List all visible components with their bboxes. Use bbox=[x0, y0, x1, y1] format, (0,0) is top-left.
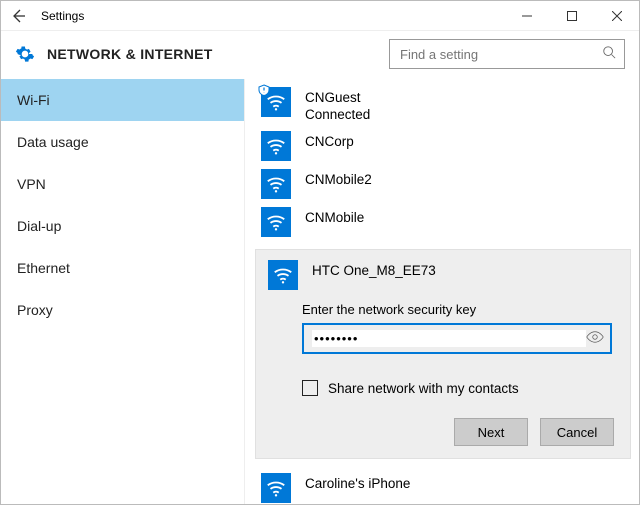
network-item[interactable]: CNMobile2 bbox=[245, 165, 639, 203]
password-prompt: Enter the network security key bbox=[302, 302, 630, 317]
wifi-icon bbox=[261, 87, 291, 117]
maximize-button[interactable] bbox=[549, 1, 594, 31]
sidebar-item-vpn[interactable]: VPN bbox=[1, 163, 244, 205]
password-field-wrap[interactable] bbox=[302, 323, 612, 354]
network-name: CNGuest bbox=[305, 90, 361, 105]
reveal-password-icon[interactable] bbox=[586, 330, 604, 348]
sidebar-item-wifi[interactable]: Wi-Fi bbox=[1, 79, 244, 121]
network-name: CNMobile bbox=[305, 210, 364, 225]
wifi-icon bbox=[261, 207, 291, 237]
back-button[interactable] bbox=[1, 1, 35, 31]
connect-panel: HTC One_M8_EE73 Enter the network securi… bbox=[255, 249, 631, 459]
network-item[interactable]: CNMobile bbox=[245, 203, 639, 241]
network-status: Connected bbox=[305, 106, 370, 123]
network-item[interactable]: CNGuest Connected bbox=[245, 83, 639, 127]
search-input[interactable] bbox=[398, 46, 602, 63]
network-item[interactable]: CNCorp bbox=[245, 127, 639, 165]
wifi-icon bbox=[261, 473, 291, 503]
password-input[interactable] bbox=[312, 330, 586, 347]
share-checkbox[interactable] bbox=[302, 380, 318, 396]
share-contacts-row[interactable]: Share network with my contacts bbox=[302, 380, 630, 396]
cancel-button[interactable]: Cancel bbox=[540, 418, 614, 446]
network-name: Caroline's iPhone bbox=[305, 476, 410, 491]
next-button[interactable]: Next bbox=[454, 418, 528, 446]
sidebar-item-ethernet[interactable]: Ethernet bbox=[1, 247, 244, 289]
content-pane: CNGuest Connected CNCorp CNMobile2 CNMob… bbox=[245, 79, 639, 504]
network-item[interactable]: Caroline's iPhone bbox=[245, 469, 639, 504]
sidebar: Wi-Fi Data usage VPN Dial-up Ethernet Pr… bbox=[1, 79, 245, 504]
search-box[interactable] bbox=[389, 39, 625, 69]
sidebar-item-dialup[interactable]: Dial-up bbox=[1, 205, 244, 247]
network-name: CNCorp bbox=[305, 134, 354, 149]
wifi-icon bbox=[268, 260, 298, 290]
network-item-selected[interactable]: HTC One_M8_EE73 bbox=[256, 250, 630, 294]
wifi-icon bbox=[261, 131, 291, 161]
sidebar-item-proxy[interactable]: Proxy bbox=[1, 289, 244, 331]
network-name: HTC One_M8_EE73 bbox=[312, 263, 436, 278]
search-icon bbox=[602, 45, 616, 64]
shield-icon bbox=[258, 84, 270, 96]
share-label: Share network with my contacts bbox=[328, 381, 519, 396]
gear-icon bbox=[15, 44, 37, 64]
wifi-icon bbox=[261, 169, 291, 199]
network-name: CNMobile2 bbox=[305, 172, 372, 187]
minimize-button[interactable] bbox=[504, 1, 549, 31]
sidebar-item-datausage[interactable]: Data usage bbox=[1, 121, 244, 163]
page-title: NETWORK & INTERNET bbox=[47, 46, 213, 62]
window-title: Settings bbox=[41, 9, 84, 23]
close-button[interactable] bbox=[594, 1, 639, 31]
